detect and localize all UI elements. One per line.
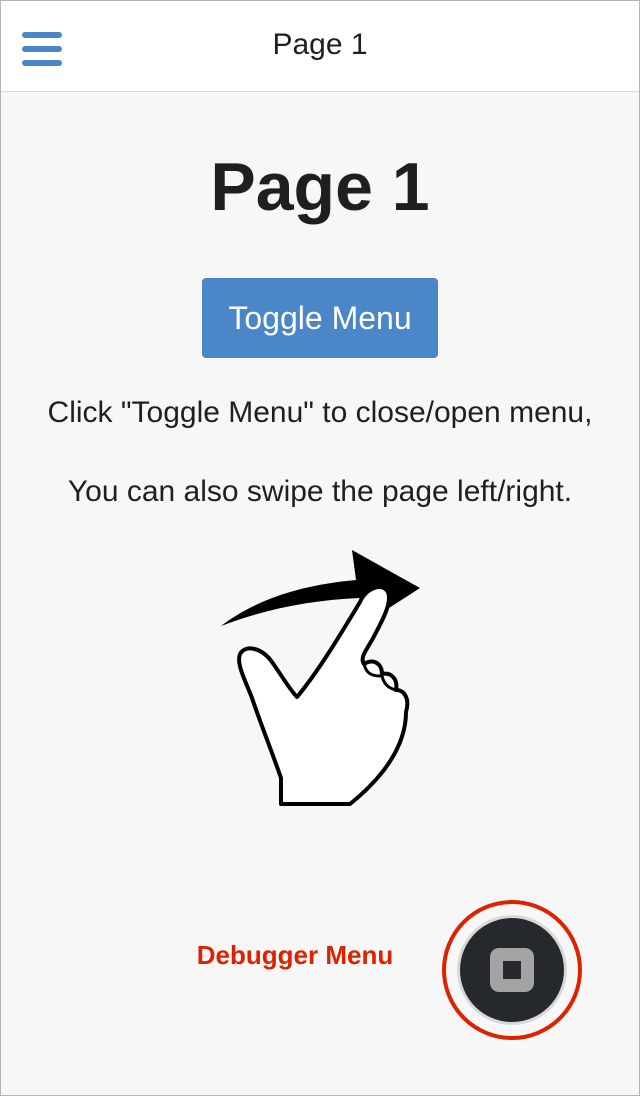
- stop-square-icon: [490, 948, 534, 992]
- navbar-title: Page 1: [272, 28, 368, 61]
- navbar: Page 1: [0, 0, 640, 92]
- page-heading: Page 1: [210, 149, 430, 225]
- instruction-text-swipe: You can also swipe the page left/right.: [67, 475, 573, 508]
- swipe-gesture-icon: [221, 550, 420, 806]
- toggle-menu-button[interactable]: Toggle Menu: [202, 278, 438, 358]
- debugger-menu-button[interactable]: [460, 918, 564, 1022]
- instruction-text-toggle: Click "Toggle Menu" to close/open menu,: [47, 396, 593, 429]
- debugger-menu-label: Debugger Menu: [196, 940, 394, 970]
